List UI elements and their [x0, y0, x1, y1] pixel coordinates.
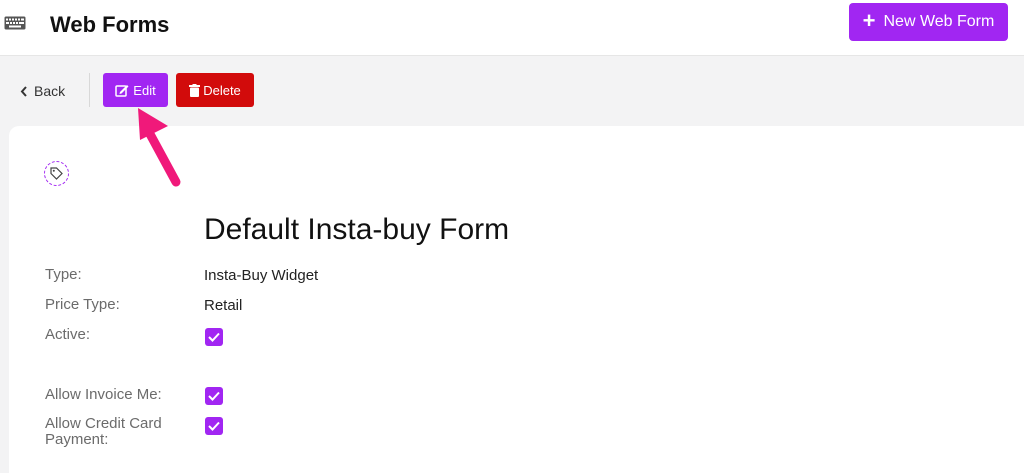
checkmark-icon — [208, 391, 220, 401]
new-web-form-button[interactable]: + New Web Form — [849, 3, 1008, 41]
delete-button[interactable]: Delete — [176, 73, 254, 107]
allow-credit-card-checkbox[interactable] — [205, 417, 223, 435]
checkmark-icon — [208, 421, 220, 431]
back-button[interactable]: Back — [20, 83, 65, 99]
allow-credit-card-label-line1: Allow Credit Card — [45, 415, 162, 432]
active-label: Active: — [45, 326, 91, 343]
price-type-label: Price Type: — [45, 296, 120, 313]
page-title: Web Forms — [50, 12, 170, 37]
checkmark-icon — [208, 332, 220, 342]
type-label: Type: — [45, 266, 82, 283]
new-web-form-label: New Web Form — [883, 13, 995, 30]
allow-invoice-checkbox[interactable] — [205, 387, 223, 405]
edit-button[interactable]: Edit — [103, 73, 168, 107]
plus-icon: + — [862, 8, 876, 33]
annotation-arrow-icon — [138, 108, 181, 187]
tag-icon — [44, 161, 69, 186]
edit-label: Edit — [133, 82, 156, 98]
toolbar-divider — [89, 73, 90, 107]
allow-credit-card-label: Allow Credit Card Payment: — [45, 416, 162, 448]
back-label: Back — [34, 83, 66, 99]
form-title: Default Insta-buy Form — [204, 213, 510, 246]
price-type-value: Retail — [204, 297, 243, 314]
trash-icon — [189, 83, 201, 97]
type-value: Insta-Buy Widget — [204, 267, 319, 284]
edit-icon — [115, 84, 129, 97]
delete-label: Delete — [203, 82, 241, 98]
active-checkbox[interactable] — [205, 328, 223, 346]
keyboard-icon — [4, 16, 26, 30]
allow-credit-card-label-line2: Payment: — [45, 431, 109, 448]
chevron-left-icon — [20, 85, 27, 97]
top-bar: Web Forms + New Web Form — [0, 0, 1024, 56]
allow-invoice-label: Allow Invoice Me: — [45, 386, 162, 403]
